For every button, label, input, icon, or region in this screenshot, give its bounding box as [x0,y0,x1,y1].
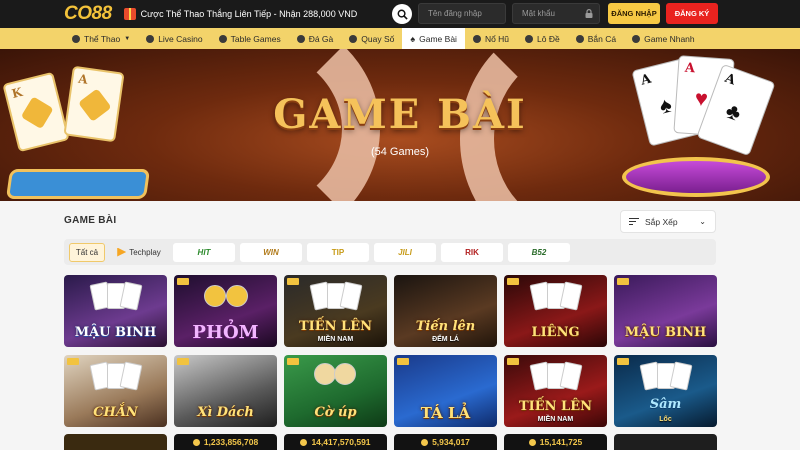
nav-label: Nổ Hũ [484,33,510,44]
rocket-icon [632,34,641,43]
register-button[interactable]: ĐĂNG KÝ [666,3,718,24]
nav-item-ban-ca[interactable]: Bắn Cá [568,28,624,49]
game-tile[interactable]: Sâm Lốc [614,355,717,427]
rooster-icon [296,34,305,43]
chevron-down-icon: ⌄ [699,217,706,226]
roulette-icon [218,34,227,43]
nav-item-game-bai[interactable]: ♠ Game Bài [402,28,465,49]
promo-text: Cược Thể Thao Thắng Liên Tiếp - Nhận 288… [140,9,358,19]
game-tile[interactable]: TIẾN LÊN MIỀN NAM [504,355,607,427]
slot-icon [472,34,481,43]
filter-jili[interactable]: JILI [374,242,436,262]
provider-filter-bar: Tất cả Techplay HIT WIN TIP JILI RIK B52 [64,239,716,265]
nav-item-table-games[interactable]: Table Games [211,28,289,49]
jackpot-bar: 1,233,856,708 [174,434,277,450]
promo-banner[interactable]: Cược Thể Thao Thắng Liên Tiếp - Nhận 288… [123,8,358,20]
nav-label: Lô Đề [537,33,560,44]
game-tile[interactable]: MẬU BINH [614,275,717,347]
jackpot-bar [614,434,717,450]
nav-label: Game Nhanh [644,33,695,44]
game-tile[interactable]: Xì Dách [174,355,277,427]
sort-dropdown[interactable]: Sắp Xếp ⌄ [620,210,716,233]
game-tile[interactable]: Tiến lên ĐẾM LÁ [394,275,497,347]
game-tile[interactable]: Cờ úp [284,355,387,427]
hero-banner: K A GAME BÀI (54 Games) A ♠ A ♥ A ♣ [0,49,800,201]
nav-label: Thể Thao [84,33,121,44]
nav-label: Table Games [230,33,281,44]
filter-all[interactable]: Tất cả [69,242,105,262]
casino-icon [146,34,155,43]
game-tile[interactable]: LIÊNG [504,275,607,347]
nav-item-da-ga[interactable]: Đá Gà [289,28,342,49]
banner-subtitle: (54 Games) [370,146,430,158]
jackpot-bar: 5,934,017 [394,434,497,450]
sort-label: Sắp Xếp [645,216,678,227]
jackpot-icon [300,438,308,446]
techplay-icon [117,247,127,257]
nav-item-lo-de[interactable]: Lô Đề [517,28,568,49]
filter-techplay[interactable]: Techplay [110,243,168,262]
game-tile[interactable]: MẬU BINH [64,275,167,347]
nav-label: Bắn Cá [587,33,617,44]
jackpot-bar: 15,141,725 [504,434,607,450]
jackpot-bar: 14,417,570,591 [284,434,387,450]
game-tile[interactable]: TÁ LẢ [394,355,497,427]
poker-chip-illustration [622,157,770,197]
nav-item-no-hu[interactable]: Nổ Hũ [465,28,517,49]
ticket-icon [525,34,534,43]
target-icon [575,34,584,43]
chevron-down-icon: ▼ [124,35,131,42]
nav-label: Game Bài [419,33,457,44]
soccer-ball-icon [72,34,80,43]
main-nav: Thể Thao ▼ Live Casino Table Games Đá Gà… [0,28,800,49]
lock-icon [585,9,593,18]
username-input[interactable] [418,3,506,24]
nav-item-live-casino[interactable]: Live Casino [138,28,210,49]
jackpot-bar [64,434,167,450]
gift-icon [123,8,136,20]
nav-item-quay-so[interactable]: Quay Số [341,28,402,49]
spade-icon: ♠ [410,33,416,44]
jackpot-icon [192,438,200,446]
sort-icon [629,217,639,226]
filter-hit[interactable]: HIT [173,242,235,262]
filter-win[interactable]: WIN [240,242,302,262]
search-button[interactable] [392,4,412,24]
nav-item-the-thao[interactable]: Thể Thao ▼ [64,28,138,49]
login-button[interactable]: ĐĂNG NHẬP [608,3,660,24]
nav-label: Live Casino [158,33,203,44]
filter-b52[interactable]: B52 [508,242,570,262]
game-tile[interactable]: PHỎM [174,275,277,347]
card-tray-illustration [5,169,151,199]
logo[interactable]: CO88 [64,3,112,25]
search-icon [397,9,408,20]
nav-label: Quay Số [361,33,395,44]
filter-tip[interactable]: TIP [307,242,369,262]
nav-item-game-nhanh[interactable]: Game Nhanh [624,28,703,49]
jackpot-icon [528,438,536,446]
section-title: GAME BÀI [64,215,117,226]
nav-label: Đá Gà [308,33,334,44]
filter-rik[interactable]: RIK [441,242,503,262]
jackpot-icon [421,438,429,446]
lottery-icon [349,34,358,43]
game-tile[interactable]: CHẮN [64,355,167,427]
game-tile[interactable]: TIẾN LÊN MIỀN NAM [284,275,387,347]
